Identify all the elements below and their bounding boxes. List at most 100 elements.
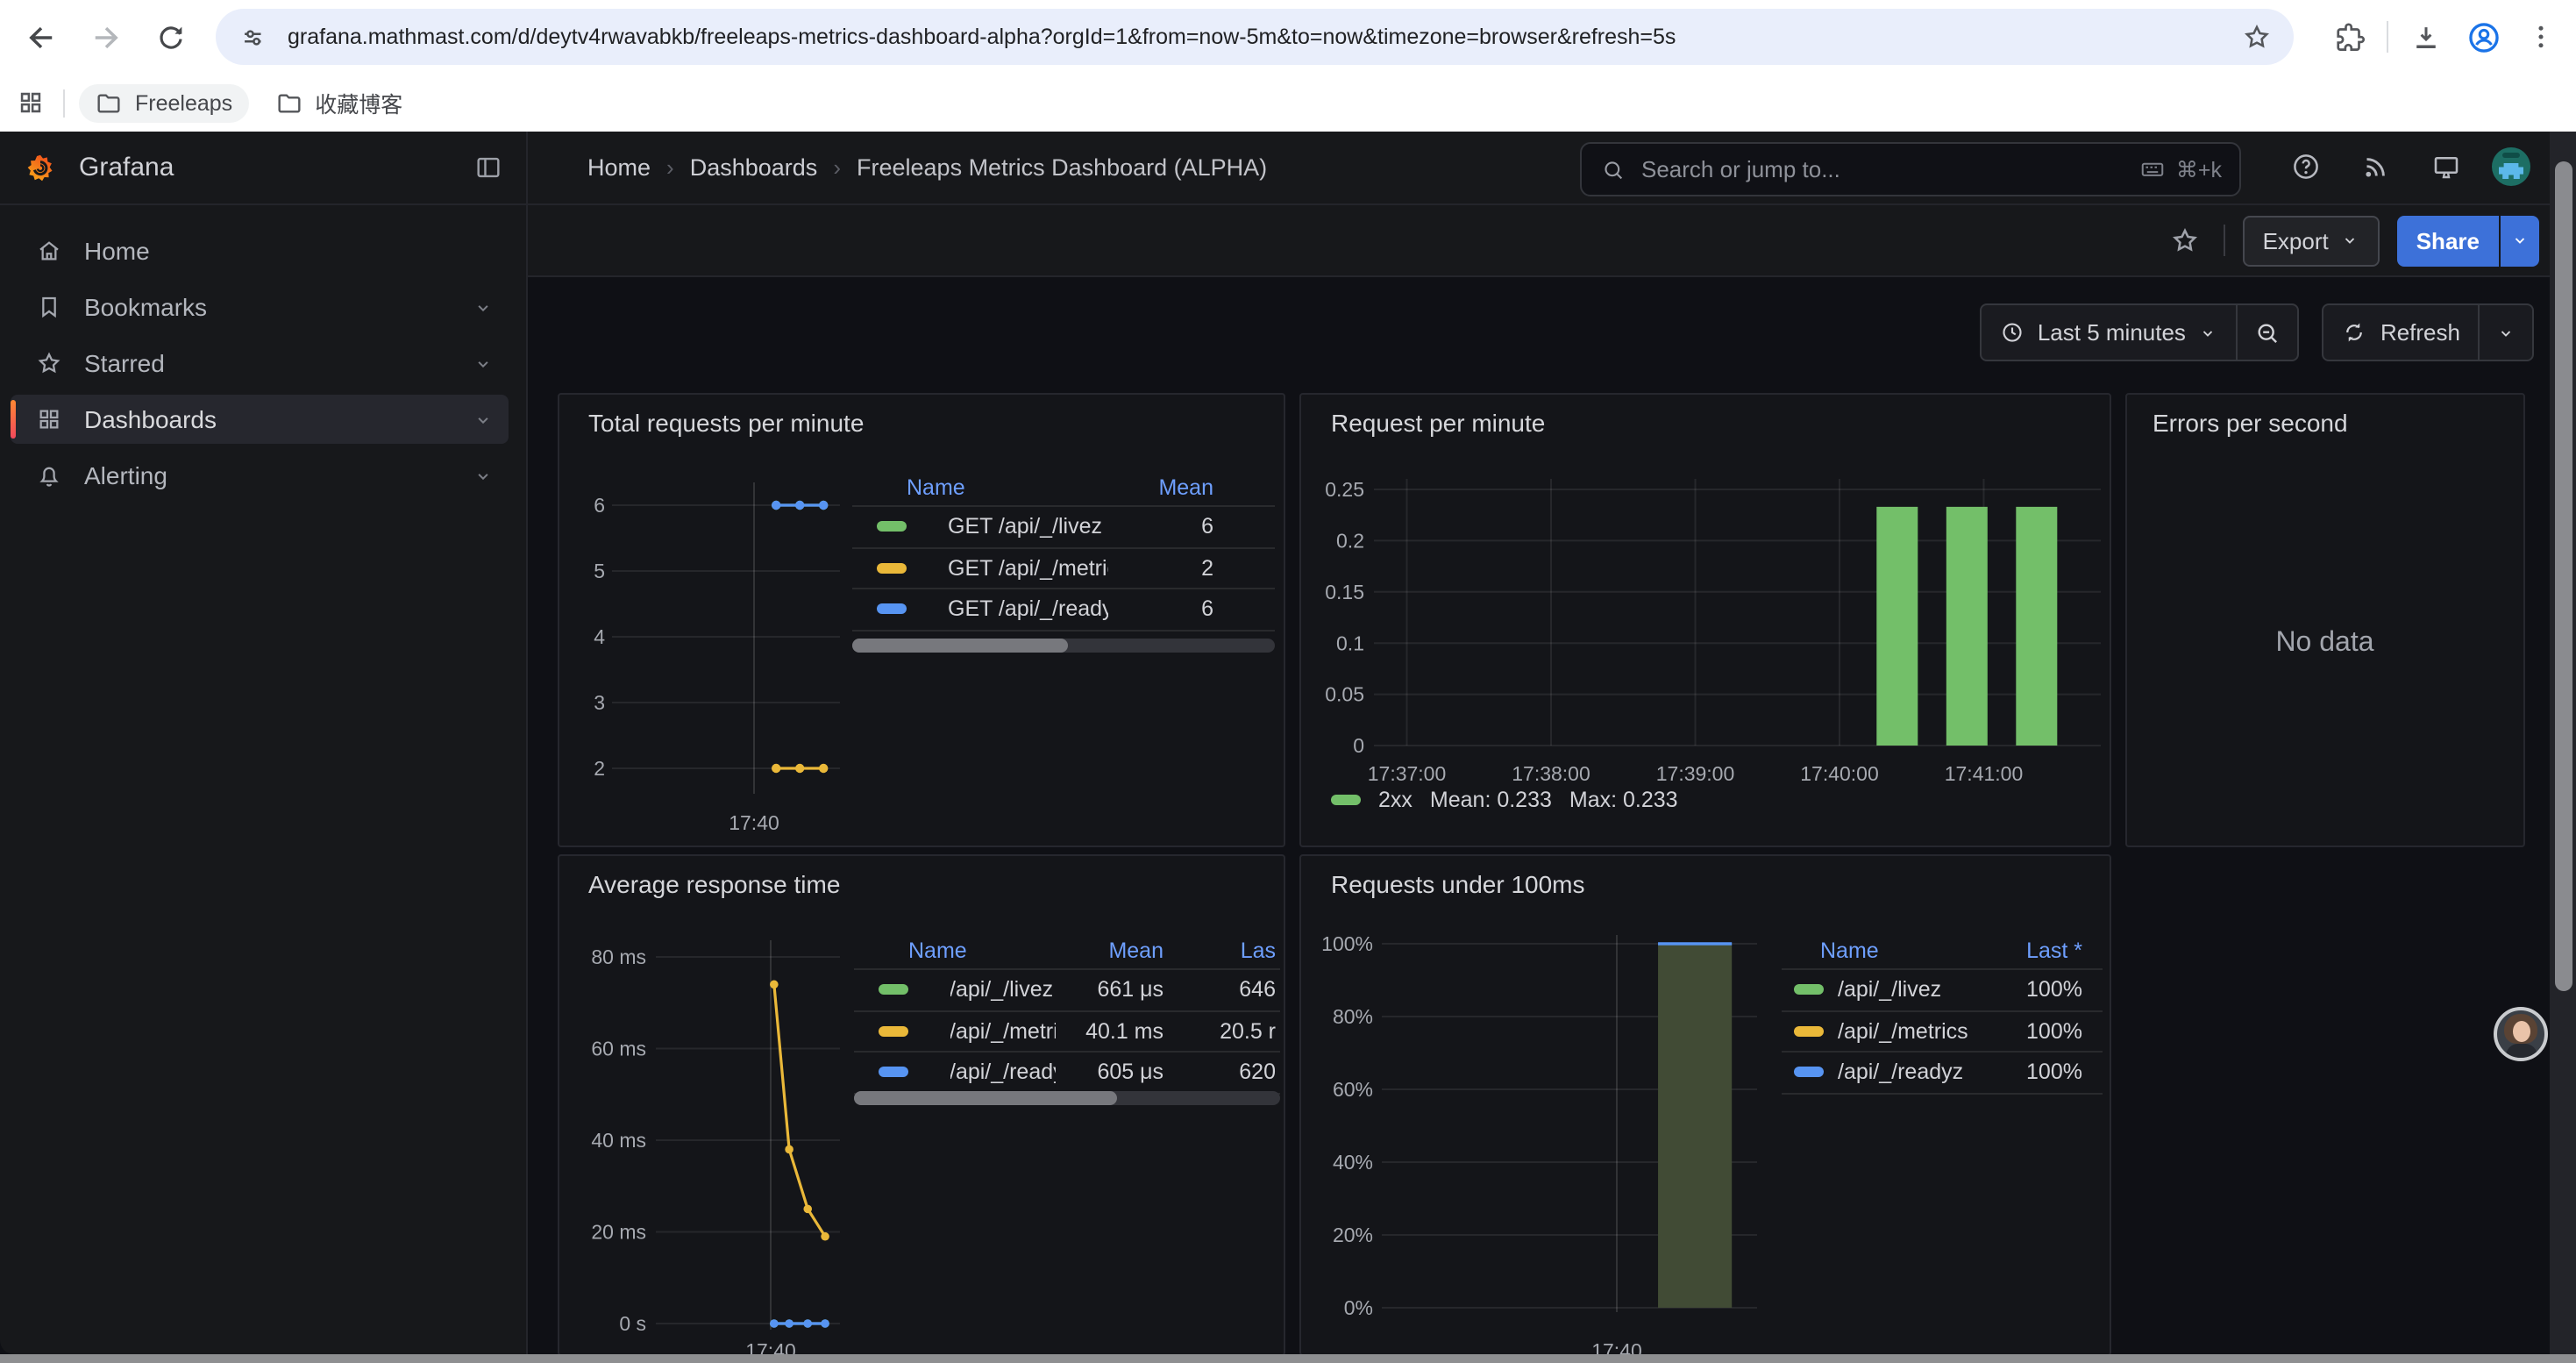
data-point (794, 764, 803, 773)
bookmark-star-icon[interactable] (2241, 21, 2273, 53)
legend-value-mean: 2 (1108, 556, 1213, 581)
legend-table: NameLast */api/_/livez100%/api/_/metrics… (1782, 931, 2103, 1094)
search-input[interactable]: Search or jump to... ⌘+k (1580, 142, 2241, 196)
chevron-down-icon[interactable] (472, 352, 495, 375)
news-rss-icon[interactable] (2352, 142, 2401, 191)
sidebar-item-home[interactable]: Home (11, 226, 509, 275)
panel-request-per-minute: Request per minute 0.250.20.150.10.05017… (1299, 393, 2110, 846)
axis-tick-label: 0.2 (1336, 529, 1364, 552)
browser-chrome: grafana.mathmast.com/d/deytv4rwavabkb/fr… (0, 0, 2576, 132)
extensions-icon[interactable] (2329, 16, 2371, 58)
data-point (771, 764, 779, 773)
legend-series-name[interactable]: /api/_/metrics (1838, 1019, 1974, 1044)
legend-header-name[interactable]: Name (1820, 938, 1974, 962)
browser-menu-icon[interactable] (2520, 16, 2562, 58)
browser-reload-icon[interactable] (147, 14, 193, 60)
bookmark-folder-1[interactable]: Freeleaps (79, 83, 248, 122)
sidebar-item-starred[interactable]: Starred (11, 339, 509, 388)
legend-row[interactable]: GET /api/_/livez6 (852, 507, 1274, 548)
sidebar-item-bookmarks[interactable]: Bookmarks (11, 282, 509, 332)
downloads-icon[interactable] (2404, 16, 2446, 58)
legend-header-mean[interactable]: Mean (1108, 475, 1213, 499)
chevron-down-icon[interactable] (472, 408, 495, 431)
legend-series-name[interactable]: /api/_/readyz (1838, 1060, 1974, 1085)
legend-row[interactable]: GET /api/_/readyz6 (852, 589, 1274, 631)
chevron-down-icon[interactable] (472, 464, 495, 487)
share-button[interactable]: Share (2397, 215, 2499, 266)
favorite-star-icon[interactable] (2165, 219, 2207, 261)
chart-legend: 2xx Mean: 0.233 Max: 0.233 (1331, 788, 1678, 812)
legend-series-name[interactable]: GET /api/_/metrics (948, 556, 1108, 581)
screenshot-root: grafana.mathmast.com/d/deytv4rwavabkb/fr… (0, 0, 2576, 1363)
series-color-chip (878, 1026, 907, 1037)
legend-header-name[interactable]: Name (908, 938, 1055, 962)
help-icon[interactable] (2281, 142, 2330, 191)
search-shortcut: ⌘+k (2139, 156, 2222, 182)
legend-header-row: NameMean (852, 468, 1274, 507)
breadcrumb-item-1[interactable]: Home (587, 154, 651, 181)
legend-row[interactable]: /api/_/livez661 μs646 (854, 970, 1279, 1011)
legend-value-mean: 40.1 ms (1055, 1019, 1163, 1044)
legend-series-name[interactable]: GET /api/_/readyz (948, 597, 1108, 622)
axis-tick-label: 5 (593, 560, 604, 582)
legend-row[interactable]: /api/_/readyz605 μs620 (854, 1053, 1279, 1094)
data-point (794, 501, 803, 510)
scrollbar-thumb[interactable] (2554, 161, 2572, 991)
legend-header-last[interactable]: Last * (1974, 938, 2082, 962)
user-avatar[interactable] (2492, 147, 2530, 186)
request-per-minute-chart[interactable]: 0.250.20.150.10.05017:37:0017:38:0017:39… (1301, 395, 2112, 848)
legend-row[interactable]: /api/_/metrics100% (1782, 1011, 2103, 1053)
zoom-out-icon[interactable] (2238, 305, 2298, 360)
url-bar[interactable]: grafana.mathmast.com/d/deytv4rwavabkb/fr… (216, 9, 2294, 65)
legend-header-name[interactable]: Name (907, 475, 1108, 499)
browser-forward-icon[interactable] (82, 14, 128, 60)
panel-title[interactable]: Errors per second (2153, 409, 2348, 437)
sidebar-item-alerting[interactable]: Alerting (11, 451, 509, 500)
axis-tick-label: 80 ms (590, 946, 645, 968)
grafana-header: Grafana Home›Dashboards›Freeleaps Metric… (0, 132, 2576, 205)
sidebar-item-dashboards[interactable]: Dashboards (11, 395, 509, 444)
panel-requests-under-100ms: Requests under 100ms 100%80%60%40%20%0%1… (1299, 854, 2110, 1356)
browser-back-icon[interactable] (18, 14, 63, 60)
chevron-down-icon[interactable] (472, 296, 495, 318)
legend-series-name[interactable]: /api/_/metrics (950, 1019, 1055, 1044)
bookmark-label: 收藏博客 (315, 86, 402, 119)
legend-series-name[interactable]: /api/_/livez (950, 978, 1055, 1003)
refresh-button[interactable]: Refresh (2324, 305, 2478, 360)
profile-icon[interactable] (2462, 16, 2504, 58)
time-range-picker[interactable]: Last 5 minutes (1982, 305, 2237, 360)
page-scrollbar[interactable] (2550, 132, 2576, 1354)
grafana-logo-icon[interactable] (25, 152, 56, 183)
legend-series-name[interactable]: 2xx (1378, 788, 1413, 812)
legend-scrollbar[interactable] (854, 1091, 1279, 1105)
legend-value-last: 100% (1974, 978, 2082, 1003)
kiosk-monitor-icon[interactable] (2422, 142, 2471, 191)
bookmark-folder-2[interactable]: 收藏博客 (259, 81, 418, 125)
export-button[interactable]: Export (2244, 215, 2380, 266)
legend-series-name[interactable]: /api/_/livez (1838, 978, 1974, 1003)
axis-tick-label: 6 (593, 494, 604, 517)
legend-series-name[interactable]: /api/_/readyz (950, 1060, 1055, 1085)
url-text: grafana.mathmast.com/d/deytv4rwavabkb/fr… (288, 25, 2241, 49)
apps-grid-icon[interactable] (16, 88, 46, 118)
series-color-chip (876, 522, 906, 532)
sidebar-toggle-icon[interactable] (473, 153, 503, 182)
share-menu-chevron-icon[interactable] (2501, 215, 2539, 266)
legend-row[interactable]: GET /api/_/metrics2 (852, 548, 1274, 589)
legend-row[interactable]: /api/_/livez100% (1782, 970, 2103, 1011)
legend-series-name[interactable]: GET /api/_/livez (948, 515, 1108, 539)
legend-row[interactable]: /api/_/metrics40.1 ms20.5 r (854, 1011, 1279, 1053)
legend-scrollbar[interactable] (852, 639, 1274, 653)
legend-row[interactable]: /api/_/readyz100% (1782, 1053, 2103, 1094)
refresh-interval-chevron-icon[interactable] (2480, 305, 2532, 360)
bar (1876, 507, 1918, 746)
sidebar-item-label: Alerting (84, 461, 167, 489)
breadcrumb-item-2[interactable]: Dashboards (690, 154, 818, 181)
site-settings-icon[interactable] (238, 22, 268, 52)
legend-header-mean[interactable]: Mean (1055, 938, 1163, 962)
legend-header-las[interactable]: Las (1163, 938, 1276, 962)
active-indicator (11, 400, 16, 439)
axis-tick-label: 17:37:00 (1368, 762, 1447, 785)
floating-assistant-avatar[interactable] (2494, 1007, 2548, 1061)
time-controls: Last 5 minutes Refresh (1980, 303, 2534, 361)
